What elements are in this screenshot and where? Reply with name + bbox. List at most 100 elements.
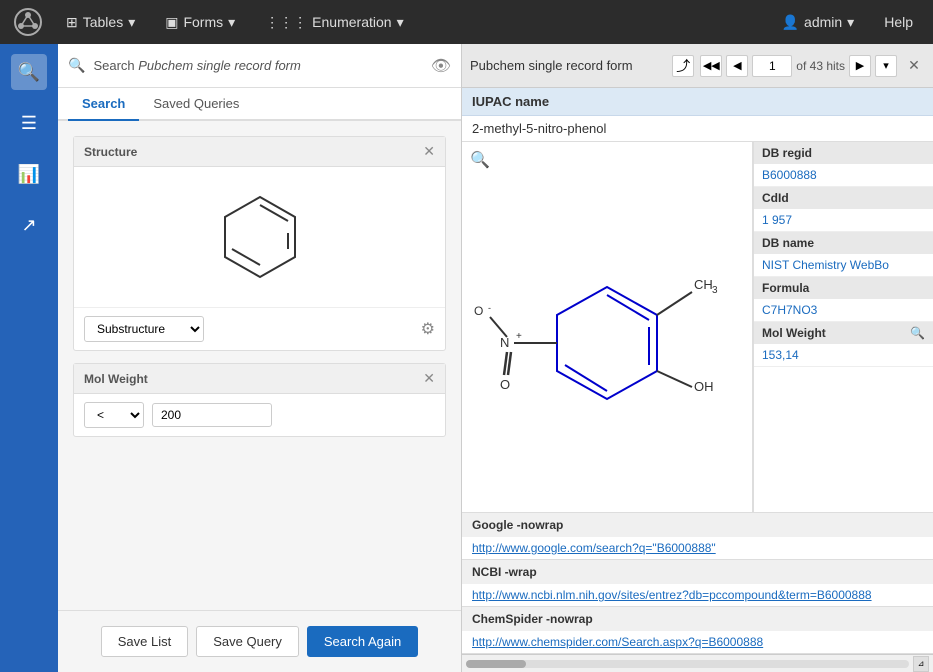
scroll-thumb[interactable] [466, 660, 526, 668]
scroll-track [466, 660, 909, 668]
molecule-search-icon[interactable]: 🔍 [470, 150, 490, 170]
svg-text:3: 3 [712, 285, 718, 296]
sidebar-search-icon[interactable]: 🔍 [11, 54, 47, 90]
search-body: Structure ✕ Substruc [58, 121, 461, 610]
admin-label: admin [804, 14, 842, 30]
help-link[interactable]: Help [874, 10, 923, 34]
link-group-google: Google -nowrap http://www.google.com/sea… [462, 513, 933, 560]
molecule-svg: CH 3 OH N O - O [472, 217, 742, 437]
sidebar-export-icon[interactable]: ↗ [11, 207, 47, 243]
admin-menu[interactable]: 👤 admin ▾ [772, 10, 865, 35]
molweight-filter-header: Mol Weight ✕ [74, 364, 445, 394]
forms-menu[interactable]: ▣ Forms ▾ [155, 10, 245, 35]
top-nav: ⊞ Tables ▾ ▣ Forms ▾ ⋮⋮⋮ Enumeration ▾ 👤… [0, 0, 933, 44]
molweight-value-input[interactable] [152, 403, 272, 427]
main-area: 🔍 Search Pubchem single record form 👁 Se… [58, 44, 933, 672]
prop-label-cdid: CdId [754, 187, 933, 209]
nav-first-button[interactable]: ◀◀ [700, 55, 722, 77]
tables-chevron: ▾ [128, 14, 135, 31]
molweight-controls: < > = <= >= [74, 394, 445, 436]
link-ncbi-url[interactable]: http://www.ncbi.nlm.nih.gov/sites/entrez… [462, 584, 933, 606]
links-section: Google -nowrap http://www.google.com/sea… [462, 512, 933, 654]
tab-saved-queries[interactable]: Saved Queries [139, 88, 253, 121]
nav-dropdown-button[interactable]: ▾ [875, 55, 897, 77]
prop-row-formula: Formula C7H7NO3 [754, 277, 933, 322]
prop-value-molweight: 153,14 [754, 344, 933, 366]
forms-label: Forms [183, 14, 223, 30]
prop-value-dbname: NIST Chemistry WebBo [754, 254, 933, 276]
structure-filter-close[interactable]: ✕ [423, 143, 435, 160]
structure-filter-box: Structure ✕ Substruc [73, 136, 446, 351]
nav-page-input[interactable] [752, 55, 792, 77]
tables-label: Tables [83, 14, 123, 30]
link-group-chemspider-header: ChemSpider -nowrap [462, 607, 933, 631]
properties-table: DB regid B6000888 CdId 1 957 DB name NIS… [753, 142, 933, 512]
bottom-scrollbar[interactable]: ⊿ [462, 654, 933, 672]
sidebar-chart-icon[interactable]: 📊 [11, 156, 47, 192]
prop-label-dbregid: DB regid [754, 142, 933, 164]
link-chemspider-url[interactable]: http://www.chemspider.com/Search.aspx?q=… [462, 631, 933, 653]
form-close-button[interactable]: ✕ [903, 55, 925, 77]
substructure-dropdown[interactable]: Substructure Exact Similarity [84, 316, 204, 342]
iupac-value: 2-methyl-5-nitro-phenol [462, 116, 933, 142]
molweight-search-icon[interactable]: 🔍 [910, 326, 925, 340]
enumeration-menu[interactable]: ⋮⋮⋮ Enumeration ▾ [255, 10, 413, 35]
link-group-google-header: Google -nowrap [462, 513, 933, 537]
nav-prev-button[interactable]: ◀ [726, 55, 748, 77]
prop-value-dbregid: B6000888 [754, 164, 933, 186]
structure-filter-header: Structure ✕ [74, 137, 445, 167]
link-group-ncbi: NCBI -wrap http://www.ncbi.nlm.nih.gov/s… [462, 560, 933, 607]
forms-icon: ▣ [165, 14, 178, 31]
prop-value-cdid: 1 957 [754, 209, 933, 231]
svg-text:-: - [488, 303, 491, 313]
molecule-area: 🔍 CH 3 [462, 142, 753, 512]
tab-search[interactable]: Search [68, 88, 139, 121]
admin-chevron: ▾ [847, 14, 854, 31]
svg-text:+: + [516, 331, 522, 342]
svg-text:O: O [500, 377, 510, 392]
tables-menu[interactable]: ⊞ Tables ▾ [56, 10, 145, 35]
prop-row-molweight: Mol Weight 🔍 153,14 [754, 322, 933, 367]
tables-icon: ⊞ [66, 14, 78, 31]
search-header-label: Search Pubchem single record form [93, 58, 300, 73]
nav-next-button[interactable]: ▶ [849, 55, 871, 77]
search-icon-small: 🔍 [68, 57, 85, 74]
search-actions: Save List Save Query Search Again [58, 610, 461, 672]
form-header: Pubchem single record form ⤴ ◀◀ ◀ of 43 … [462, 44, 933, 88]
prop-value-formula: C7H7NO3 [754, 299, 933, 321]
form-panel: Pubchem single record form ⤴ ◀◀ ◀ of 43 … [462, 44, 933, 672]
svg-text:OH: OH [694, 379, 714, 394]
prop-row-dbname: DB name NIST Chemistry WebBo [754, 232, 933, 277]
left-sidebar: 🔍 ☰ 📊 ↗ [0, 44, 58, 672]
share-button[interactable]: ⤴ [672, 55, 694, 77]
enumeration-label: Enumeration [312, 14, 391, 30]
save-list-button[interactable]: Save List [101, 626, 188, 657]
sidebar-menu-icon[interactable]: ☰ [11, 105, 47, 141]
molweight-filter-close[interactable]: ✕ [423, 370, 435, 387]
app-logo [10, 4, 46, 40]
forms-chevron: ▾ [228, 14, 235, 31]
search-again-button[interactable]: Search Again [307, 626, 418, 657]
search-panel: 🔍 Search Pubchem single record form 👁 Se… [58, 44, 462, 672]
svg-text:N: N [500, 335, 509, 350]
search-tabs: Search Saved Queries [58, 88, 461, 121]
prop-label-dbname: DB name [754, 232, 933, 254]
enumeration-chevron: ▾ [397, 14, 404, 31]
nav-hits-text: of 43 hits [796, 59, 845, 73]
prop-label-formula: Formula [754, 277, 933, 299]
link-group-ncbi-header: NCBI -wrap [462, 560, 933, 584]
molweight-operator-dropdown[interactable]: < > = <= >= [84, 402, 144, 428]
molweight-filter-box: Mol Weight ✕ < > = <= >= [73, 363, 446, 437]
structure-filter-controls: Substructure Exact Similarity ⚙ [74, 307, 445, 350]
structure-settings-icon[interactable]: ⚙ [421, 319, 435, 339]
structure-drawing[interactable] [74, 167, 445, 307]
svg-text:O: O [474, 304, 483, 318]
admin-icon: 👤 [782, 14, 799, 31]
link-group-chemspider: ChemSpider -nowrap http://www.chemspider… [462, 607, 933, 654]
form-title: Pubchem single record form [470, 58, 666, 73]
enumeration-icon: ⋮⋮⋮ [265, 14, 307, 31]
toggle-visibility-icon[interactable]: 👁 [431, 56, 451, 76]
scroll-corner: ⊿ [913, 656, 929, 672]
save-query-button[interactable]: Save Query [196, 626, 299, 657]
link-google-url[interactable]: http://www.google.com/search?q="B6000888… [462, 537, 933, 559]
